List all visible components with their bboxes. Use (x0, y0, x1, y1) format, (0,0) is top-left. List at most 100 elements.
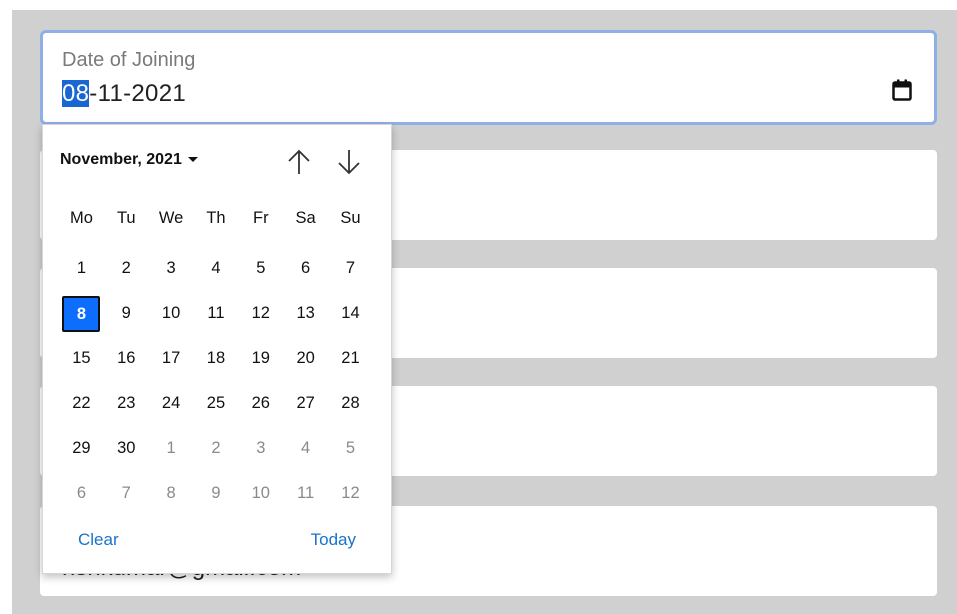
selected-day-segment: 08 (62, 80, 90, 107)
weekday-label: Sa (295, 209, 316, 227)
month-year-label: November, 2021 (60, 151, 182, 168)
calendar-day[interactable]: 4 (194, 251, 239, 285)
selected-day[interactable]: 8 (59, 296, 104, 332)
arrow-down-icon[interactable] (335, 147, 363, 177)
day-number: 2 (121, 259, 131, 277)
calendar-day[interactable]: 22 (59, 386, 104, 420)
day-number: 5 (256, 259, 266, 277)
weekday-label: Fr (253, 209, 269, 227)
calendar-day[interactable]: 7 (104, 476, 149, 510)
day-number: 20 (296, 349, 315, 367)
day-number: 22 (72, 394, 91, 412)
calendar-week: 6 7 8 9 10 11 12 (59, 476, 373, 510)
calendar-week: 1 2 3 4 5 6 7 (59, 251, 373, 285)
calendar-day[interactable]: 26 (238, 386, 283, 420)
calendar-day[interactable]: 9 (104, 296, 149, 330)
calendar-week: 29 30 1 2 3 4 5 (59, 431, 373, 465)
day-number: 14 (341, 304, 360, 322)
weekday-label: Th (206, 209, 226, 227)
clear-button[interactable]: Clear (78, 530, 119, 550)
today-button[interactable]: Today (311, 530, 356, 550)
calendar-day[interactable]: 18 (194, 341, 239, 375)
calendar-day[interactable]: 28 (328, 386, 373, 420)
calendar-day[interactable]: 29 (59, 431, 104, 465)
calendar-day[interactable]: 3 (238, 431, 283, 465)
day-number: 1 (76, 259, 87, 277)
calendar-icon[interactable] (892, 79, 912, 101)
calendar-day[interactable]: 17 (149, 341, 194, 375)
day-number: 6 (76, 484, 87, 502)
arrow-up-icon[interactable] (285, 147, 313, 177)
day-number: 16 (117, 349, 136, 367)
calendar-day[interactable]: 12 (238, 296, 283, 330)
calendar-day[interactable]: 14 (328, 296, 373, 330)
day-number: 12 (251, 304, 270, 322)
calendar-day[interactable]: 6 (59, 476, 104, 510)
day-number: 23 (117, 394, 136, 412)
calendar-day[interactable]: 4 (283, 431, 328, 465)
calendar-week: 22 23 24 25 26 27 28 (59, 386, 373, 420)
calendar-day[interactable]: 11 (194, 296, 239, 330)
calendar-week: 8 9 10 11 12 13 14 (59, 296, 373, 332)
calendar-day[interactable]: 21 (328, 341, 373, 375)
weekday-label: We (158, 209, 184, 227)
day-number: 4 (211, 259, 221, 277)
calendar-day[interactable]: 7 (328, 251, 373, 285)
day-number: 9 (121, 304, 131, 322)
day-number: 11 (297, 484, 315, 502)
day-number: 19 (251, 349, 270, 367)
calendar-day[interactable]: 10 (149, 296, 194, 330)
calendar-day[interactable]: 16 (104, 341, 149, 375)
calendar-week: 15 16 17 18 19 20 21 (59, 341, 373, 375)
day-number: 30 (117, 439, 136, 457)
month-year-dropdown[interactable]: November, 2021 (60, 151, 198, 169)
day-number: 18 (206, 349, 226, 367)
day-number: 10 (251, 484, 270, 502)
day-number: 4 (301, 439, 311, 457)
day-number: 3 (166, 259, 176, 277)
day-number: 17 (161, 349, 181, 367)
calendar-day[interactable]: 19 (238, 341, 283, 375)
date-remainder: -11-2021 (89, 80, 186, 107)
weekday-header: Mo Tu We Th Fr Sa Su (59, 209, 373, 228)
calendar-day[interactable]: 30 (104, 431, 149, 465)
day-number: 21 (341, 349, 360, 367)
calendar-day[interactable]: 24 (149, 386, 194, 420)
weekday-label: Mo (69, 209, 93, 227)
calendar-day[interactable]: 15 (59, 341, 104, 375)
calendar-day[interactable]: 25 (194, 386, 239, 420)
day-number: 27 (296, 394, 315, 412)
day-number: 25 (206, 394, 226, 412)
day-number: 12 (341, 484, 360, 502)
day-number: 29 (72, 439, 91, 457)
calendar-day[interactable]: 6 (283, 251, 328, 285)
day-number: 2 (211, 439, 221, 457)
calendar-day[interactable]: 8 (149, 476, 194, 510)
calendar-day[interactable]: 9 (194, 476, 239, 510)
calendar-day[interactable]: 27 (283, 386, 328, 420)
calendar-day[interactable]: 1 (149, 431, 194, 465)
calendar-day[interactable]: 3 (149, 251, 194, 285)
day-number: 8 (166, 484, 176, 502)
calendar-day[interactable]: 23 (104, 386, 149, 420)
calendar-day[interactable]: 11 (283, 476, 328, 510)
day-number: 11 (207, 304, 225, 322)
calendar-day[interactable]: 13 (283, 296, 328, 330)
day-number: 26 (251, 394, 270, 412)
day-number: 24 (161, 394, 181, 412)
calendar-day[interactable]: 2 (104, 251, 149, 285)
day-number: 8 (62, 296, 101, 332)
calendar-day[interactable]: 5 (328, 431, 373, 465)
calendar-day[interactable]: 10 (238, 476, 283, 510)
day-number: 6 (301, 259, 311, 277)
calendar-day[interactable]: 1 (59, 251, 104, 285)
calendar-day[interactable]: 20 (283, 341, 328, 375)
day-number: 28 (341, 394, 360, 412)
day-number: 10 (161, 304, 181, 322)
date-input[interactable]: 08-11-2021 (62, 80, 186, 108)
calendar-day[interactable]: 2 (194, 431, 239, 465)
calendar-day[interactable]: 5 (238, 251, 283, 285)
date-of-joining-field[interactable]: Date of Joining 08-11-2021 (40, 30, 937, 125)
calendar-day[interactable]: 12 (328, 476, 373, 510)
date-picker-popup[interactable]: November, 2021 Mo Tu We Th Fr Sa Su 1234… (42, 124, 392, 574)
